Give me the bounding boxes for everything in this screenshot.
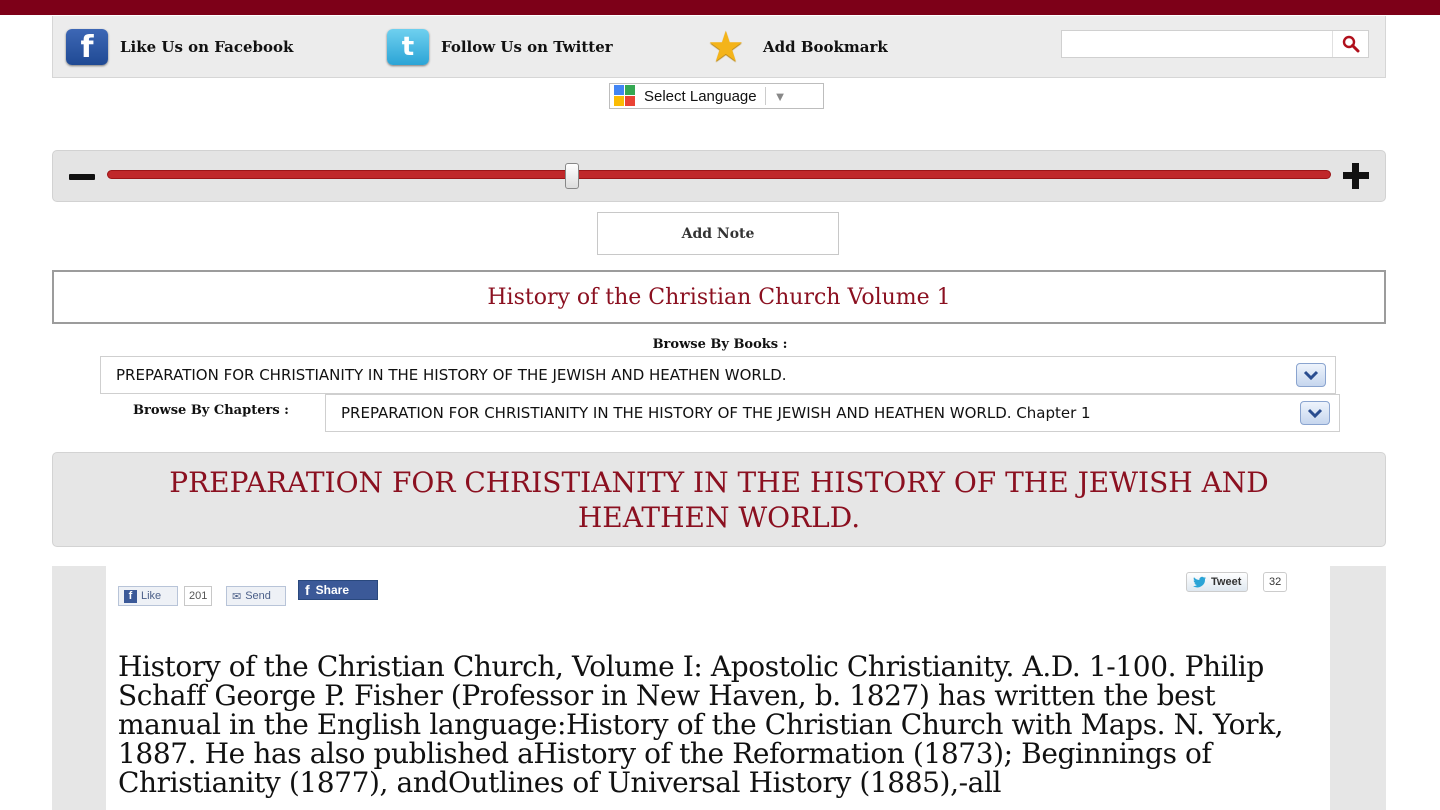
facebook-like-button[interactable]: f Like	[118, 586, 178, 606]
browse-chapters-select[interactable]: PREPARATION FOR CHRISTIANITY IN THE HIST…	[325, 394, 1340, 432]
like-label: Like	[141, 590, 162, 602]
browse-books-select[interactable]: PREPARATION FOR CHRISTIANITY IN THE HIST…	[100, 356, 1336, 394]
zoom-control	[52, 150, 1386, 202]
twitter-follow-link[interactable]: t Follow Us on Twitter	[387, 28, 613, 66]
book-title: History of the Christian Church Volume 1	[52, 270, 1386, 324]
search-button[interactable]	[1332, 31, 1368, 57]
facebook-share-button[interactable]: f Share	[298, 580, 378, 600]
chapter-body-text: History of the Christian Church, Volume …	[118, 650, 1284, 799]
tweet-label: Tweet	[1211, 576, 1242, 588]
send-label: Send	[245, 590, 271, 602]
twitter-icon: t	[387, 29, 429, 65]
like-count: 201	[184, 586, 213, 606]
zoom-out-button[interactable]	[67, 167, 97, 187]
chevron-down-icon	[1300, 401, 1330, 425]
facebook-icon: f	[66, 29, 108, 65]
chevron-down-icon	[1296, 363, 1326, 387]
search-input[interactable]	[1062, 31, 1332, 57]
twitter-label: Follow Us on Twitter	[441, 38, 613, 56]
browse-chapters-value: PREPARATION FOR CHRISTIANITY IN THE HIST…	[341, 404, 1091, 422]
language-label: Select Language	[644, 87, 757, 105]
content-area: f Like 201 ✉ Send f Share Tweet 32 Histo…	[52, 566, 1386, 810]
google-translate-icon	[614, 85, 636, 107]
search-box	[1061, 30, 1369, 58]
social-bar: f Like Us on Facebook t Follow Us on Twi…	[52, 16, 1386, 78]
facebook-icon: f	[305, 582, 310, 598]
facebook-like-link[interactable]: f Like Us on Facebook	[66, 28, 293, 66]
minus-icon	[69, 174, 95, 180]
top-brand-bar	[0, 0, 1440, 15]
twitter-bird-icon	[1193, 576, 1206, 588]
zoom-slider-track[interactable]	[107, 163, 1331, 189]
facebook-icon: f	[124, 589, 137, 603]
chevron-down-icon: ▼	[773, 88, 787, 104]
search-icon	[1342, 35, 1359, 53]
facebook-label: Like Us on Facebook	[120, 38, 294, 56]
send-icon: ✉	[232, 590, 242, 603]
language-select[interactable]: Select Language ▼	[609, 83, 824, 109]
browse-books-value: PREPARATION FOR CHRISTIANITY IN THE HIST…	[116, 366, 787, 384]
zoom-in-button[interactable]	[1341, 161, 1371, 191]
section-heading: PREPARATION FOR CHRISTIANITY IN THE HIST…	[52, 452, 1386, 547]
star-icon: ★	[707, 22, 745, 71]
bookmark-label: Add Bookmark	[763, 38, 888, 56]
zoom-slider-thumb[interactable]	[565, 163, 579, 189]
browse-chapters-label: Browse By Chapters :	[133, 403, 289, 418]
tweet-button[interactable]: Tweet	[1186, 572, 1249, 592]
content-panel: f Like 201 ✉ Send f Share Tweet 32 Histo…	[106, 566, 1330, 810]
share-label: Share	[315, 583, 350, 597]
add-bookmark-link[interactable]: ★ Add Bookmark	[707, 22, 888, 71]
facebook-send-button[interactable]: ✉ Send	[226, 586, 286, 606]
browse-books-label: Browse By Books :	[652, 337, 788, 352]
divider	[764, 87, 766, 105]
add-note-button[interactable]: Add Note	[597, 212, 839, 255]
tweet-count: 32	[1263, 572, 1288, 592]
